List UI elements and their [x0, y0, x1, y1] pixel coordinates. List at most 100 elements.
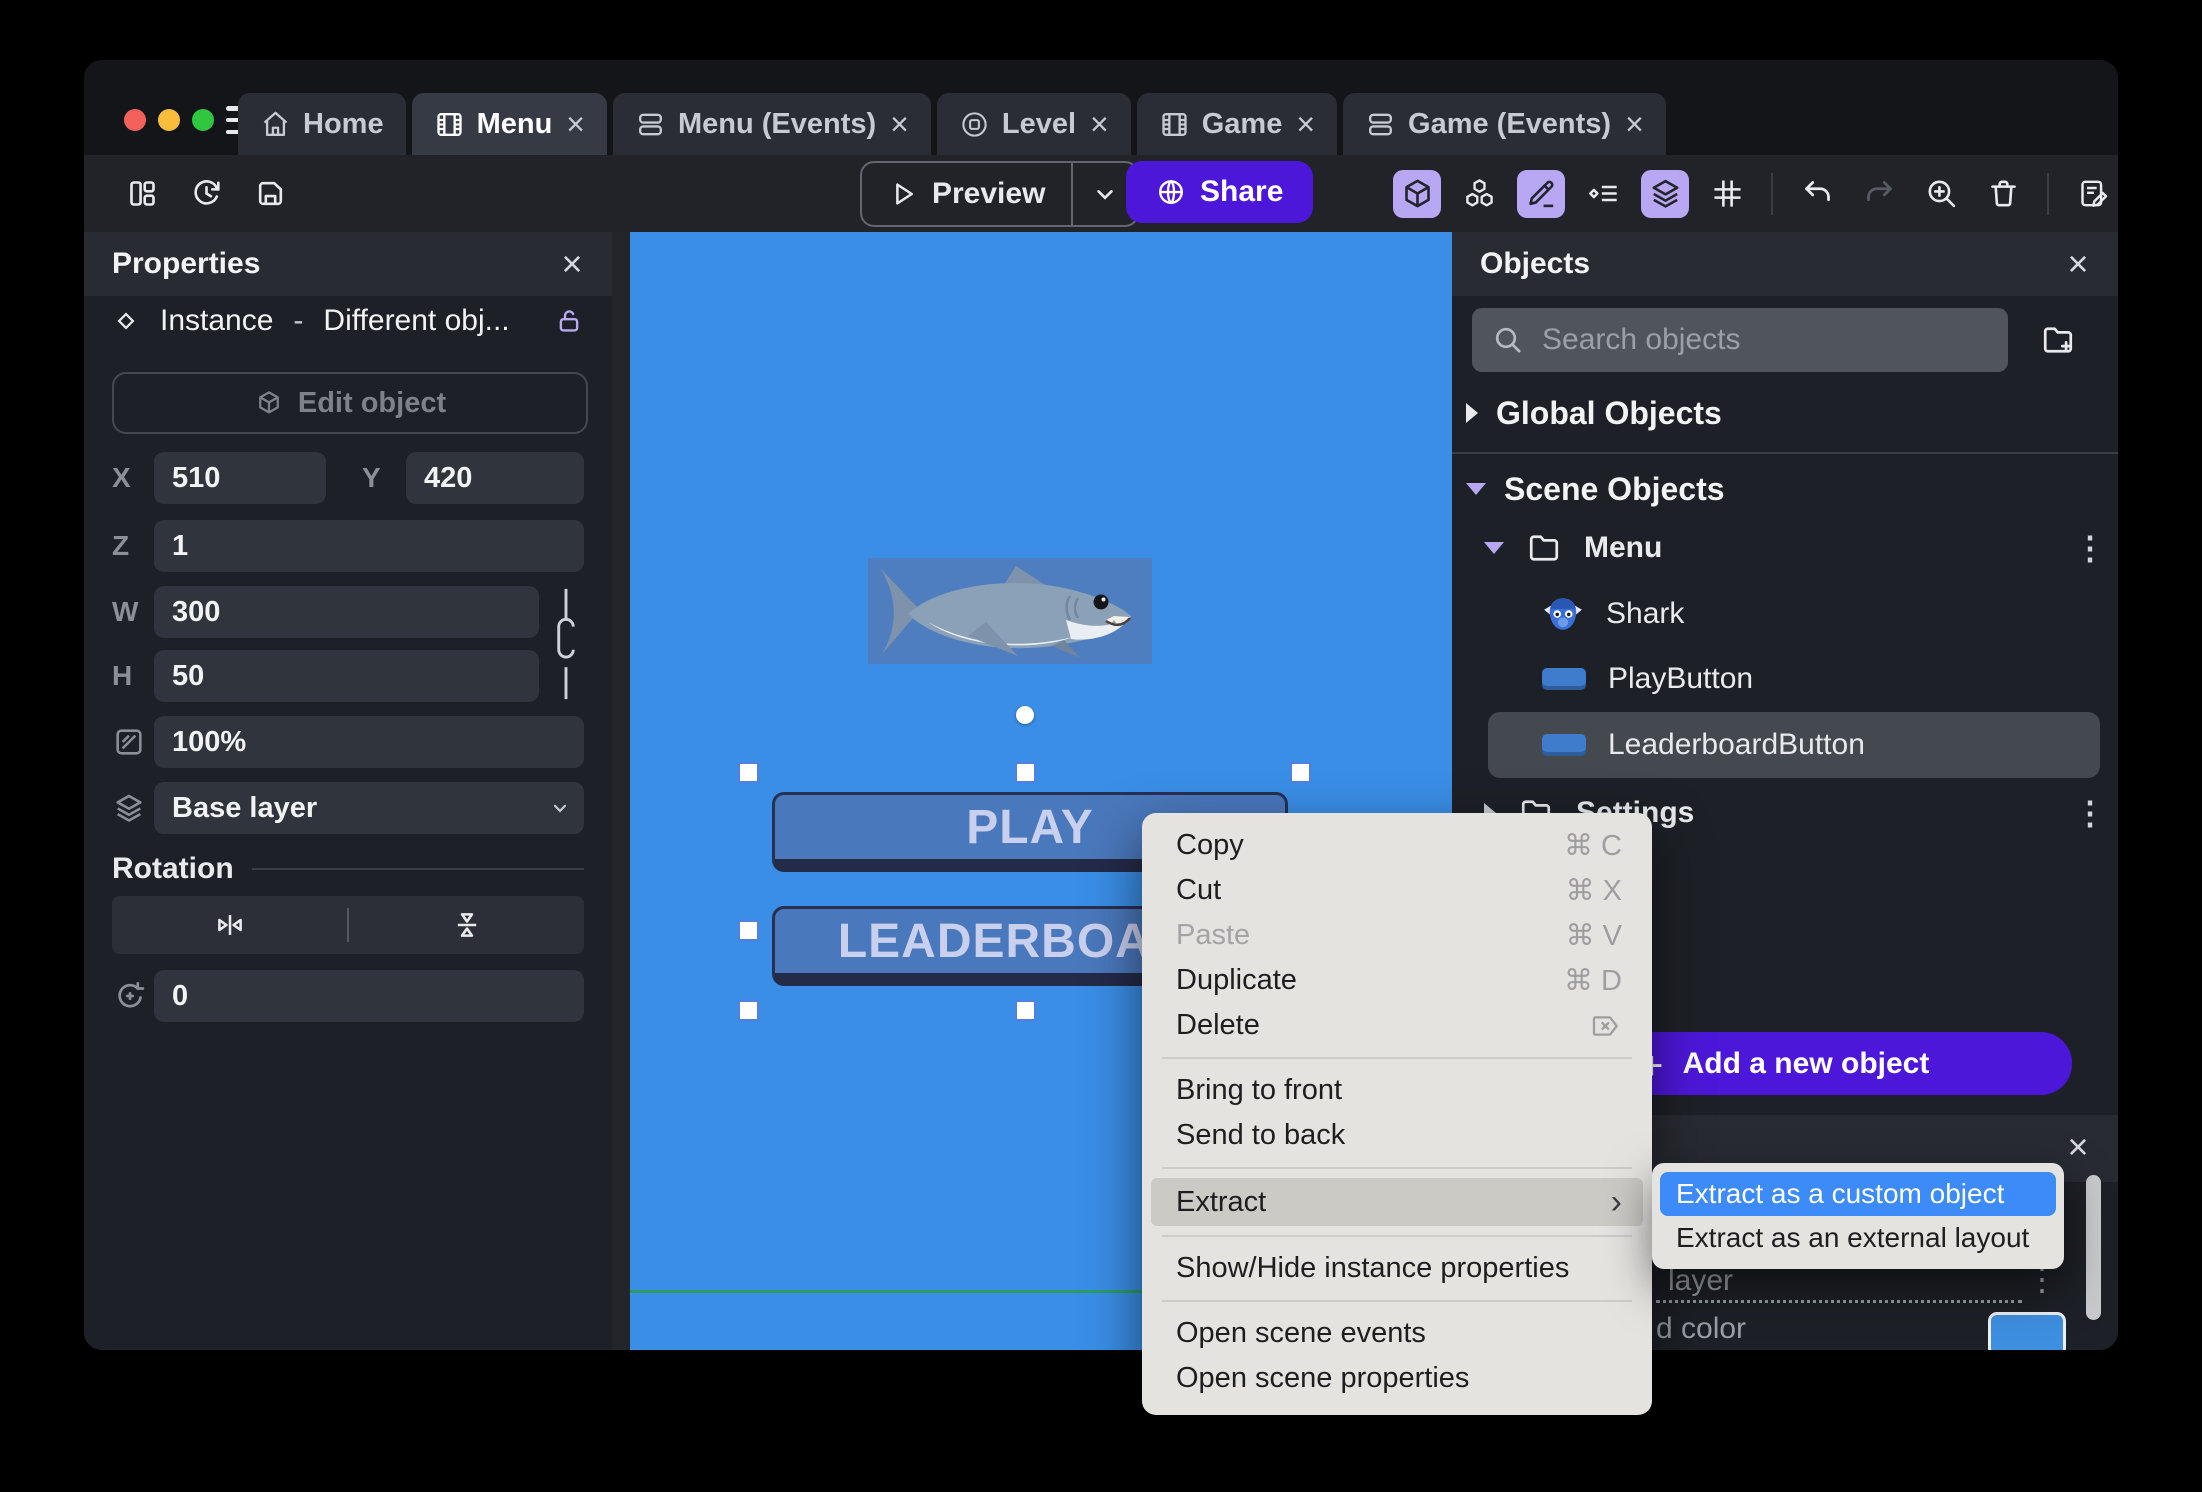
instances-list-button[interactable]: [1579, 170, 1627, 218]
menu-item-open-scene-events[interactable]: Open scene events: [1142, 1311, 1652, 1356]
close-icon[interactable]: ×: [552, 243, 592, 284]
submenu-item-label: Extract as an external layout: [1676, 1222, 2030, 1253]
scene-notes-button[interactable]: [2069, 170, 2117, 218]
unlock-icon[interactable]: [554, 306, 584, 336]
tab-level[interactable]: Level ×: [936, 93, 1131, 155]
tab-game-events[interactable]: Game (Events) ×: [1343, 93, 1666, 155]
preview-button-main[interactable]: Preview: [862, 177, 1071, 211]
background-color-swatch[interactable]: [1988, 1312, 2066, 1350]
selection-handle[interactable]: [740, 922, 757, 939]
selection-handle[interactable]: [740, 764, 757, 781]
edit-mode-button[interactable]: [1517, 169, 1565, 218]
tab-game[interactable]: Game ×: [1136, 93, 1338, 155]
flip-horizontal-button[interactable]: [112, 896, 347, 954]
window-minimize-button[interactable]: [158, 109, 180, 131]
layer-select-value: Base layer: [172, 791, 318, 824]
undo-button[interactable]: [1793, 170, 1841, 218]
base-layer-row-text[interactable]: layer: [1668, 1264, 1733, 1298]
flip-vertical-button[interactable]: [349, 896, 584, 954]
global-objects-header[interactable]: Global Objects: [1452, 388, 2118, 438]
selection-handle[interactable]: [740, 1002, 757, 1019]
y-field[interactable]: 420: [406, 452, 584, 504]
layout-dashboard-button[interactable]: [118, 170, 166, 218]
tab-home[interactable]: Home: [238, 93, 406, 155]
close-icon[interactable]: ×: [1296, 108, 1315, 140]
tab-label: Level: [1001, 107, 1077, 140]
save-button[interactable]: [246, 170, 294, 218]
menu-item-delete[interactable]: Delete: [1142, 1003, 1652, 1048]
menu-item-paste[interactable]: Paste ⌘ V: [1142, 913, 1652, 958]
tree-item-shark[interactable]: Shark ⋮: [1452, 584, 2118, 644]
events-icon: [638, 113, 662, 135]
menu-item-open-scene-properties[interactable]: Open scene properties: [1142, 1356, 1652, 1401]
add-folder-button[interactable]: [2034, 316, 2082, 364]
tree-folder-menu[interactable]: Menu ⋮: [1452, 522, 2118, 574]
grid-button[interactable]: [1703, 170, 1751, 218]
edit-object-label: Edit object: [297, 386, 447, 419]
menu-item-label: Extract: [1176, 1185, 1267, 1218]
menu-item-extract[interactable]: Extract ›: [1151, 1178, 1643, 1226]
link-wh-icon[interactable]: [546, 584, 586, 704]
tree-item-label: LeaderboardButton: [1608, 728, 1865, 761]
menu-item-cut[interactable]: Cut ⌘ X: [1142, 868, 1652, 913]
scrollbar[interactable]: [2086, 1175, 2101, 1320]
chevron-down-icon: [1484, 542, 1504, 554]
layer-select[interactable]: Base layer: [154, 782, 584, 834]
tab-menu-events[interactable]: Menu (Events) ×: [612, 93, 931, 155]
menu-item-send-to-back[interactable]: Send to back: [1142, 1113, 1652, 1158]
menu-item-label: Copy: [1176, 829, 1244, 861]
window-zoom-button[interactable]: [192, 109, 214, 131]
share-button[interactable]: Share: [1126, 161, 1314, 223]
close-icon[interactable]: ×: [1625, 108, 1644, 140]
h-field[interactable]: 50: [154, 650, 539, 702]
submenu-item-extract-external-layout[interactable]: Extract as an external layout: [1660, 1216, 2056, 1260]
menu-item-bring-to-front[interactable]: Bring to front: [1142, 1068, 1652, 1113]
selection-handle[interactable]: [1017, 764, 1034, 781]
tree-item-label: PlayButton: [1608, 662, 1754, 695]
zoom-in-button[interactable]: [1917, 170, 1965, 218]
layers-button[interactable]: [1641, 169, 1689, 218]
menu-item-show-hide-instance-properties[interactable]: Show/Hide instance properties: [1142, 1246, 1652, 1291]
menu-item-copy[interactable]: Copy ⌘ C: [1142, 823, 1652, 868]
grid-icon: [1713, 180, 1741, 207]
preview-button[interactable]: Preview: [860, 161, 1140, 227]
close-icon[interactable]: ×: [2058, 1126, 2098, 1167]
search-box[interactable]: [1472, 308, 2008, 372]
rotation-field[interactable]: 0: [154, 970, 584, 1022]
menu-item-duplicate[interactable]: Duplicate ⌘ D: [1142, 958, 1652, 1003]
globe-icon: [1159, 179, 1183, 205]
close-icon[interactable]: ×: [2058, 243, 2098, 284]
kebab-menu-icon[interactable]: ⋮: [2074, 794, 2106, 832]
w-field[interactable]: 300: [154, 586, 539, 638]
scene-objects-header[interactable]: Scene Objects: [1452, 464, 2118, 514]
rotate-handle[interactable]: [1016, 706, 1034, 724]
window-close-button[interactable]: [124, 109, 146, 131]
flip-controls: [112, 896, 584, 954]
tree-item-leaderboardbutton[interactable]: LeaderboardButton ⋮: [1452, 712, 2118, 778]
search-input[interactable]: [1540, 322, 1988, 358]
redo-button[interactable]: [1855, 170, 1903, 218]
tree-item-playbutton[interactable]: PlayButton ⋮: [1452, 652, 2118, 706]
opacity-field[interactable]: 100%: [154, 716, 584, 768]
cube-3d-icon: [1404, 179, 1430, 208]
redo-icon: [1866, 181, 1892, 202]
submenu-item-extract-custom-object[interactable]: Extract as a custom object: [1660, 1172, 2056, 1216]
kebab-menu-icon[interactable]: ⋮: [2074, 529, 2106, 567]
x-field[interactable]: 510: [154, 452, 326, 504]
close-icon[interactable]: ×: [1090, 108, 1109, 140]
shark-sprite[interactable]: [868, 558, 1152, 664]
toggle-3d-view-button[interactable]: [1393, 169, 1441, 218]
tab-menu[interactable]: Menu ×: [411, 93, 607, 155]
close-icon[interactable]: ×: [566, 108, 585, 140]
selection-handle[interactable]: [1292, 764, 1309, 781]
blocks-icon: [1465, 179, 1493, 207]
selection-handle[interactable]: [1017, 1002, 1034, 1019]
delete-button[interactable]: [1979, 170, 2027, 218]
close-icon[interactable]: ×: [890, 108, 909, 140]
menu-shortcut: ⌘ D: [1564, 965, 1622, 997]
z-field[interactable]: 1: [154, 520, 584, 572]
edit-object-button[interactable]: Edit object: [112, 372, 588, 434]
section-divider: [1452, 452, 2118, 454]
history-button[interactable]: [182, 170, 230, 218]
objects-blocks-button[interactable]: [1455, 170, 1503, 218]
